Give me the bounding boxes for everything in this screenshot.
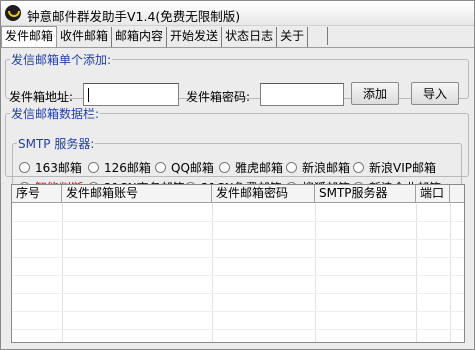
tab-strip: 发件邮箱 收件邮箱 邮箱内容 开始发送 状态日志 关于: [1, 26, 329, 47]
radio-126[interactable]: 126邮箱: [88, 159, 151, 176]
text-caret: [88, 88, 89, 102]
radio-qq[interactable]: QQ邮箱: [155, 159, 214, 176]
tab-status-log[interactable]: 状态日志: [222, 27, 278, 47]
radio-indicator: [286, 162, 297, 173]
app-window: 钟意邮件群发助手V1.4(免费无限制版) 发件邮箱 收件邮箱 邮箱内容 开始发送…: [0, 0, 475, 350]
radio-indicator: [219, 162, 230, 173]
column-header-port[interactable]: 端口: [416, 185, 450, 203]
single-add-group: 发信邮箱单个添加: 发件箱地址: 发件箱密码: 添加 导入: [5, 51, 469, 106]
grid-line: [12, 221, 464, 222]
grid-line: [315, 204, 316, 342]
column-header-index[interactable]: 序号: [12, 185, 62, 203]
grid-line: [12, 329, 464, 330]
address-label: 发件箱地址:: [9, 90, 74, 104]
grid-line: [62, 204, 63, 342]
tab-mail-content[interactable]: 邮箱内容: [112, 27, 168, 47]
radio-indicator: [353, 162, 364, 173]
radio-sina[interactable]: 新浪邮箱: [286, 159, 350, 176]
tab-start-sending[interactable]: 开始发送: [167, 27, 223, 47]
app-logo-icon: [5, 5, 21, 21]
sender-mailbox-table[interactable]: 序号 发件邮箱账号 发件邮箱密码 SMTP服务器 端口: [11, 184, 465, 343]
tab-about[interactable]: 关于: [277, 27, 309, 47]
data-panel-legend: 发信邮箱数据栏:: [11, 107, 100, 121]
grid-line: [212, 204, 213, 342]
radio-indicator: [19, 162, 30, 173]
window-title: 钟意邮件群发助手V1.4(免费无限制版): [27, 9, 241, 24]
grid-line: [12, 257, 464, 258]
smtp-server-group: SMTP 服务器: 163邮箱 126邮箱 QQ邮箱 雅虎邮箱 新浪邮箱 新浪V…: [12, 135, 462, 195]
column-header-password[interactable]: 发件邮箱密码: [212, 185, 315, 203]
import-button[interactable]: 导入: [411, 82, 459, 105]
radio-indicator: [155, 162, 166, 173]
grid-line: [416, 204, 417, 342]
tab-divider: [1, 47, 474, 48]
table-body: [12, 204, 464, 342]
smtp-legend: SMTP 服务器:: [18, 137, 95, 151]
grid-line: [12, 239, 464, 240]
table-header: 序号 发件邮箱账号 发件邮箱密码 SMTP服务器 端口: [12, 185, 464, 203]
password-label: 发件箱密码:: [186, 90, 251, 104]
sender-address-input[interactable]: [83, 83, 179, 106]
column-header-smtp[interactable]: SMTP服务器: [315, 185, 416, 203]
sender-password-input[interactable]: [260, 83, 344, 106]
data-panel-group: 发信邮箱数据栏: SMTP 服务器: 163邮箱 126邮箱 QQ邮箱 雅虎邮箱: [5, 105, 469, 195]
grid-line: [12, 311, 464, 312]
add-button[interactable]: 添加: [351, 82, 399, 105]
title-bar: 钟意邮件群发助手V1.4(免费无限制版): [1, 1, 474, 26]
radio-sina-vip[interactable]: 新浪VIP邮箱: [353, 159, 436, 176]
tab-sender-mailbox[interactable]: 发件邮箱: [1, 26, 58, 47]
tab-recipient-mailbox[interactable]: 收件邮箱: [57, 27, 113, 47]
radio-163[interactable]: 163邮箱: [19, 159, 82, 176]
grid-line: [12, 275, 464, 276]
single-add-legend: 发信邮箱单个添加:: [11, 53, 112, 67]
grid-line: [12, 293, 464, 294]
grid-line: [450, 204, 451, 342]
radio-yahoo[interactable]: 雅虎邮箱: [219, 159, 283, 176]
radio-indicator: [88, 162, 99, 173]
column-header-account[interactable]: 发件邮箱账号: [62, 185, 212, 203]
tab-strip-end: [308, 27, 329, 45]
